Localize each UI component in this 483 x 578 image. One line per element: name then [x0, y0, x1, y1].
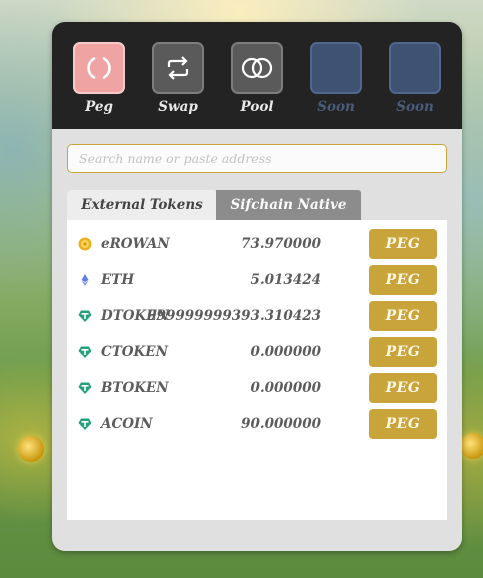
token-list: eROWAN 73.970000 PEG ETH 5.013424 PEG DT… — [67, 220, 447, 520]
list-item: BTOKEN 0.000000 PEG — [67, 370, 447, 406]
nav-label-peg: Peg — [85, 99, 113, 115]
soon-placeholder-box — [389, 42, 441, 94]
background-coin-decoration — [460, 433, 483, 459]
nav-item-soon-2: Soon — [387, 42, 443, 116]
nav-item-swap[interactable]: Swap — [150, 42, 206, 116]
tether-icon — [78, 418, 92, 430]
nav-item-peg[interactable]: Peg — [71, 42, 127, 116]
pool-rings-icon — [241, 57, 273, 79]
token-balance: 90.000000 — [241, 416, 321, 432]
pool-button[interactable] — [231, 42, 283, 94]
token-symbol: CTOKEN — [101, 344, 168, 360]
token-symbol: eROWAN — [101, 236, 170, 252]
tether-icon — [78, 382, 92, 394]
token-balance: 0.000000 — [250, 344, 321, 360]
peg-card: Peg Swap Pool Soon Soon Search name or p… — [52, 22, 462, 551]
nav-item-soon-1: Soon — [308, 42, 364, 116]
peg-cycle-icon — [87, 57, 111, 79]
token-balance: 999999999393.310423 — [147, 308, 321, 324]
nav-label-pool: Pool — [240, 99, 274, 115]
list-item: ACOIN 90.000000 PEG — [67, 406, 447, 442]
tab-sifchain-native[interactable]: Sifchain Native — [216, 190, 361, 220]
token-balance: 0.000000 — [250, 380, 321, 396]
token-symbol: ACOIN — [101, 416, 153, 432]
nav-label-soon: Soon — [396, 99, 434, 115]
nav-label-swap: Swap — [158, 99, 198, 115]
swap-button[interactable] — [152, 42, 204, 94]
ethereum-icon — [81, 274, 89, 286]
peg-button-acoin[interactable]: PEG — [369, 409, 437, 439]
peg-button-eth[interactable]: PEG — [369, 265, 437, 295]
nav-label-soon: Soon — [317, 99, 355, 115]
nav-item-pool[interactable]: Pool — [229, 42, 285, 116]
tether-icon — [78, 346, 92, 358]
background-coin-decoration — [18, 436, 44, 462]
tether-icon — [78, 310, 92, 322]
token-balance: 73.970000 — [241, 236, 321, 252]
tab-external-tokens[interactable]: External Tokens — [67, 190, 217, 220]
token-symbol: ETH — [101, 272, 135, 288]
peg-button-btoken[interactable]: PEG — [369, 373, 437, 403]
peg-button-dtoken[interactable]: PEG — [369, 301, 437, 331]
token-balance: 5.013424 — [250, 272, 321, 288]
peg-button-ctoken[interactable]: PEG — [369, 337, 437, 367]
list-item: CTOKEN 0.000000 PEG — [67, 334, 447, 370]
rowan-coin-icon — [78, 237, 92, 251]
peg-button[interactable] — [73, 42, 125, 94]
list-item: DTOKEN 999999999393.310423 PEG — [67, 298, 447, 334]
token-symbol: BTOKEN — [101, 380, 169, 396]
swap-arrows-icon — [167, 56, 189, 80]
search-input[interactable] — [67, 144, 447, 173]
list-item: ETH 5.013424 PEG — [67, 262, 447, 298]
soon-placeholder-box — [310, 42, 362, 94]
peg-button-erowan[interactable]: PEG — [369, 229, 437, 259]
list-item: eROWAN 73.970000 PEG — [67, 226, 447, 262]
nav-bar: Peg Swap Pool Soon Soon — [52, 22, 462, 129]
